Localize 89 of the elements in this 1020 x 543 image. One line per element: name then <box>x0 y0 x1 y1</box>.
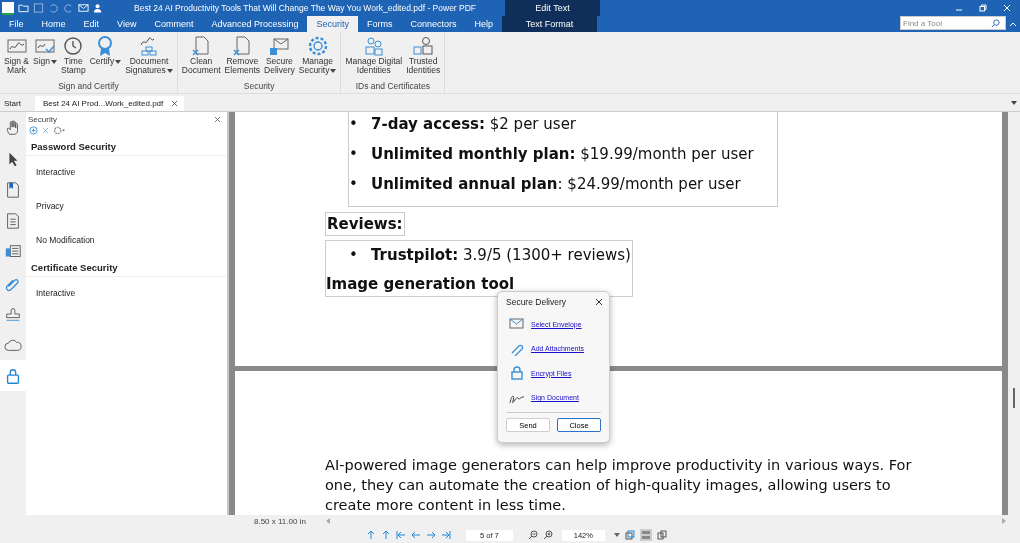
ribbon-button[interactable]: Secure Delivery <box>262 32 297 81</box>
ribbon-button[interactable]: Remove Elements <box>222 32 263 81</box>
people-icon <box>362 35 385 57</box>
last-page-icon[interactable] <box>441 530 451 540</box>
list-item-text: Unlimited annual plan: $24.99/month per user <box>371 175 741 193</box>
folder-icon[interactable] <box>18 3 29 13</box>
ribbon-button[interactable]: Document Signatures <box>123 32 175 81</box>
bullet-text: • <box>349 245 359 265</box>
menu-tab[interactable]: Edit <box>74 16 109 32</box>
caret-icon <box>115 60 122 64</box>
restore-icon[interactable] <box>979 4 987 12</box>
heading-text: Reviews: <box>325 212 405 236</box>
security-profile-item[interactable]: Interactive <box>26 156 227 190</box>
ribbon-button[interactable]: Sign & Mark <box>2 32 32 81</box>
zoom-out-icon[interactable] <box>527 530 538 540</box>
close-icon[interactable] <box>595 298 603 306</box>
heading-text: Image generation tool <box>326 274 516 295</box>
context-tab-title: Edit Text <box>505 0 600 16</box>
search-icon <box>991 18 1000 28</box>
security-profile-item[interactable]: No Modification <box>26 224 227 258</box>
paragraph-text: AI-powered image generators can help improve productivity in various ways. For one, they can automate the creation of high-quality images, allowing users to create more content in less time. <box>325 456 913 515</box>
search-field[interactable]: Find a Tool <box>900 16 1006 30</box>
next-page-icon[interactable] <box>426 530 436 540</box>
security-profile-item[interactable]: Privacy <box>26 190 227 224</box>
section-heading: Password Security <box>26 137 227 156</box>
ribbon-group-label: Sign and Certify <box>58 81 119 93</box>
envelope-icon <box>509 317 525 332</box>
ribbon-button[interactable]: Trusted Identities <box>404 32 443 81</box>
menu-tab[interactable]: Help <box>465 16 503 32</box>
menu-tab[interactable]: View <box>108 16 146 32</box>
list-item-text: 7-day access: $2 per user <box>371 115 577 133</box>
continuous-page-icon[interactable] <box>639 529 652 541</box>
ribbon-button[interactable]: Certify <box>87 32 124 81</box>
scroll-left-icon[interactable] <box>325 518 330 524</box>
zoom-in-icon[interactable] <box>542 530 553 540</box>
caret-icon <box>166 69 173 73</box>
panel-title: Security <box>28 115 57 124</box>
bullet-text: • <box>349 144 359 165</box>
user-icon[interactable] <box>93 3 104 13</box>
caret-icon <box>330 69 337 73</box>
single-page-icon[interactable] <box>624 530 635 540</box>
arrow-up-icon[interactable] <box>381 530 391 540</box>
ribbon-group-label: IDs and Certificates <box>355 81 430 93</box>
page-size-text: 8.50 x 11.00 in <box>253 516 306 526</box>
window-title: Best 24 AI Productivity Tools That Will Change The Way You Work_edited.pdf - Power PDF <box>133 3 478 13</box>
ribbon-button[interactable]: Manage Security <box>296 32 339 81</box>
first-page-icon[interactable] <box>396 530 406 540</box>
arrow-up-icon[interactable] <box>366 530 376 540</box>
menu-tab[interactable]: Comment <box>145 16 203 32</box>
dropdown-arrow-icon[interactable] <box>613 533 620 537</box>
bullet-text: • <box>349 114 359 135</box>
dialog-title: Secure Delivery <box>506 297 566 307</box>
undo-icon[interactable] <box>48 3 59 13</box>
scroll-right-icon[interactable] <box>1002 518 1006 524</box>
delete-icon[interactable] <box>41 126 50 135</box>
two-page-icon[interactable] <box>656 530 667 540</box>
document-tab[interactable]: Start <box>0 96 27 111</box>
collapse-ribbon-icon[interactable] <box>1009 21 1017 27</box>
document-tab[interactable]: Best 24 AI Prod...Work_edited.pdf <box>34 96 185 111</box>
menu-tab[interactable]: Forms <box>358 16 402 32</box>
mail-icon[interactable] <box>78 3 89 13</box>
menu-tab[interactable]: Home <box>32 16 75 32</box>
close-icon[interactable] <box>171 100 179 107</box>
lock-icon <box>509 366 525 381</box>
menu-tab[interactable]: Text Format <box>502 16 598 32</box>
menu-tab[interactable]: File <box>0 16 33 32</box>
ribbon-group-label: Security <box>243 81 275 93</box>
vertical-scrollbar[interactable] <box>1008 112 1020 515</box>
dropdown-arrow-icon[interactable] <box>1011 101 1017 105</box>
lock-icon[interactable] <box>0 360 26 391</box>
ribbon-button[interactable]: Clean Document <box>179 32 223 81</box>
section-heading: Certificate Security <box>26 258 227 277</box>
security-profile-item[interactable]: Interactive <box>26 277 227 311</box>
clock-icon <box>62 35 85 57</box>
ribbon-button[interactable]: Sign <box>31 32 60 81</box>
list-item-text: Unlimited monthly plan: $19.99/month per user <box>371 145 754 163</box>
signature-stamp-icon <box>138 35 160 57</box>
menu-tab[interactable]: Advanced Processing <box>202 16 308 32</box>
bullet-text: • <box>349 174 359 195</box>
add-icon[interactable] <box>29 126 38 135</box>
previous-page-icon[interactable] <box>411 530 421 540</box>
ribbon-button[interactable]: Time Stamp <box>59 32 88 81</box>
menu-tab[interactable]: Connectors <box>401 16 466 32</box>
list-item-text: Trustpilot: 3.9/5 (1300+ reviews) <box>371 246 631 264</box>
find-tool-input[interactable]: Find a Tool <box>901 17 991 29</box>
caret-icon <box>51 60 58 64</box>
redo-icon[interactable] <box>63 3 74 13</box>
ribbon-button[interactable]: Manage Digital Identities <box>343 32 405 81</box>
menu-tab[interactable]: Security <box>307 16 358 32</box>
